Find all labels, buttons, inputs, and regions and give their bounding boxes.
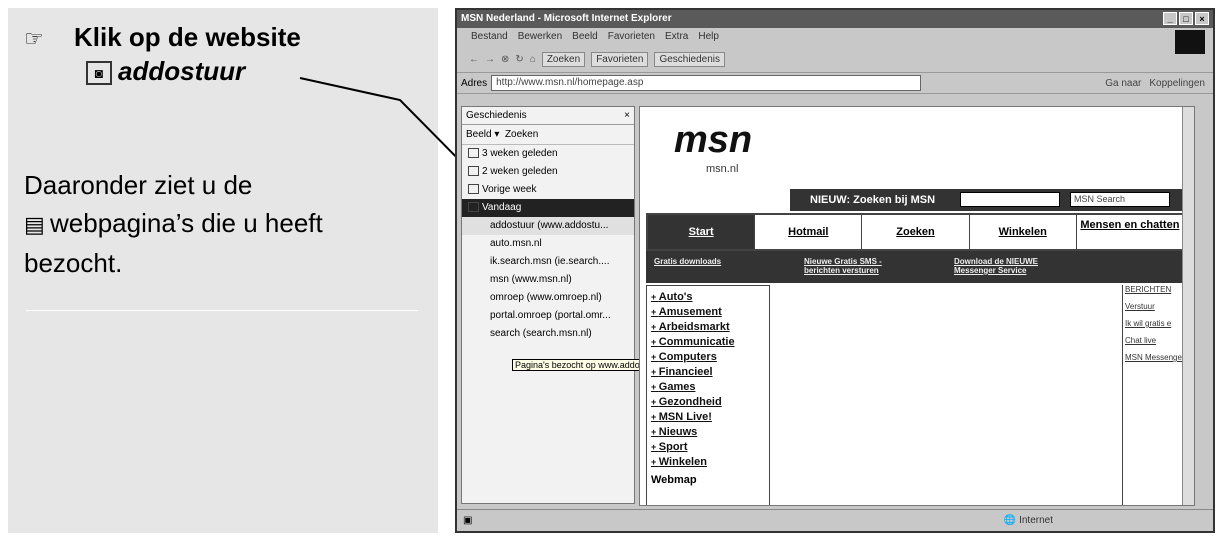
right-column: BERICHTEN Verstuur Ik wil gratis e Chat …: [1122, 285, 1188, 505]
history-site[interactable]: portal.omroep (portal.omr...: [462, 307, 634, 325]
banner-link[interactable]: Gratis downloads: [654, 257, 764, 283]
maximize-icon[interactable]: □: [1179, 12, 1193, 25]
favorites-button[interactable]: Favorieten: [591, 51, 649, 67]
home-icon[interactable]: ⌂: [530, 54, 536, 65]
category-link[interactable]: Computers: [651, 350, 765, 365]
history-pane: Geschiedenis × Beeld ▾ Zoeken 3 weken gel…: [461, 106, 682, 504]
history-period[interactable]: 2 weken geleden: [462, 163, 634, 181]
nav-chatten[interactable]: Mensen en chatten: [1077, 215, 1185, 249]
category-link[interactable]: Gezondheid: [651, 395, 765, 410]
category-link[interactable]: Games: [651, 380, 765, 395]
refresh-icon[interactable]: ↻: [515, 54, 523, 65]
history-site[interactable]: auto.msn.nl: [462, 235, 634, 253]
menu-bewerken[interactable]: Bewerken: [518, 28, 562, 46]
nav-zoeken[interactable]: Zoeken: [862, 215, 970, 249]
category-link[interactable]: Nieuws: [651, 425, 765, 440]
search-promo: NIEUW: Zoeken bij MSN MSN Search: [790, 189, 1194, 211]
history-site[interactable]: search (search.msn.nl): [462, 325, 634, 343]
calendar-icon: [468, 166, 479, 177]
minimize-icon[interactable]: _: [1163, 12, 1177, 25]
history-site[interactable]: addostuur (www.addostu...: [462, 217, 634, 235]
search-button[interactable]: Zoeken: [541, 51, 586, 67]
address-input[interactable]: http://www.msn.nl/homepage.asp: [491, 75, 922, 91]
divider: [26, 310, 418, 311]
web-content: msn msn.nl NIEUW: Zoeken bij MSN MSN Sea…: [639, 106, 1195, 506]
close-icon[interactable]: ×: [1195, 12, 1209, 25]
site-label: ◙ addostuur: [86, 56, 245, 87]
category-link[interactable]: Auto's: [651, 290, 765, 305]
toolbar: ← → ⊗ ↻ ⌂ Zoeken Favorieten Geschiedenis: [457, 46, 1213, 72]
vertical-scrollbar[interactable]: [1182, 107, 1194, 505]
webpage-icon: ◙: [86, 61, 112, 86]
nav-start[interactable]: Start: [648, 215, 756, 249]
stop-icon[interactable]: ⊗: [501, 54, 509, 65]
zone-label: 🌐 Internet: [1003, 515, 1053, 526]
calendar-icon: [468, 148, 479, 159]
menu-beeld[interactable]: Beeld: [572, 28, 598, 46]
description: Daaronder ziet u de ▤ webpagina’s die u h…: [24, 170, 323, 278]
view-button[interactable]: Beeld: [466, 129, 492, 140]
category-link[interactable]: Communicatie: [651, 335, 765, 350]
history-site[interactable]: ik.search.msn (ie.search....: [462, 253, 634, 271]
menu-help[interactable]: Help: [698, 28, 719, 46]
category-link[interactable]: Amusement: [651, 305, 765, 320]
go-button[interactable]: Ga naar: [1105, 78, 1141, 89]
pointing-hand-icon: ☞: [24, 26, 44, 51]
category-link[interactable]: Arbeidsmarkt: [651, 320, 765, 335]
menu-bar: Bestand Bewerken Beeld Favorieten Extra …: [457, 28, 1213, 54]
history-button[interactable]: Geschiedenis: [654, 51, 726, 67]
nav-hotmail[interactable]: Hotmail: [755, 215, 863, 249]
nav-winkelen[interactable]: Winkelen: [970, 215, 1077, 249]
category-link[interactable]: Winkelen: [651, 455, 765, 470]
instruction-panel: ☞ Klik op de website ◙ addostuur Daaronder…: [8, 8, 438, 533]
menu-bestand[interactable]: Bestand: [471, 28, 508, 46]
msn-nav: Start Hotmail Zoeken Winkelen Mensen en …: [646, 213, 1186, 251]
menu-favorieten[interactable]: Favorieten: [608, 28, 655, 46]
banner-strip: Gratis downloads Nieuwe Gratis SMS - ber…: [646, 251, 1186, 283]
category-link[interactable]: Financieel: [651, 365, 765, 380]
calendar-icon: [468, 184, 479, 195]
history-period[interactable]: 3 weken geleden: [462, 145, 634, 163]
banner-link[interactable]: Nieuwe Gratis SMS - berichten versturen: [804, 257, 914, 283]
status-bar: ▣ 🌐 Internet: [457, 509, 1213, 531]
page-status-icon: ▣: [463, 515, 473, 526]
history-site[interactable]: msn (www.msn.nl): [462, 271, 634, 289]
category-list: Auto's Amusement Arbeidsmarkt Communicat…: [646, 285, 770, 505]
webmap-heading: Webmap: [651, 474, 697, 486]
forward-icon[interactable]: →: [485, 54, 495, 65]
history-site[interactable]: omroep (www.omroep.nl): [462, 289, 634, 307]
banner-link[interactable]: Download de NIEUWE Messenger Service: [954, 257, 1064, 283]
windows-logo-icon: [1175, 30, 1205, 54]
ie-page-icon: ▤: [24, 212, 45, 237]
history-period[interactable]: Vorige week: [462, 181, 634, 199]
address-bar: Adres http://www.msn.nl/homepage.asp Ga …: [457, 72, 1213, 94]
history-search-button[interactable]: Zoeken: [505, 129, 538, 140]
title-bar: MSN Nederland - Microsoft Internet Explo…: [457, 10, 1213, 28]
history-period-today[interactable]: Vandaag: [462, 199, 634, 217]
ie-window: MSN Nederland - Microsoft Internet Explo…: [455, 8, 1215, 533]
category-link[interactable]: Sport: [651, 440, 765, 455]
calendar-icon: [468, 202, 479, 213]
step-heading: ☞ Klik op de website: [24, 22, 301, 52]
links-button[interactable]: Koppelingen: [1149, 78, 1205, 89]
menu-extra[interactable]: Extra: [665, 28, 688, 46]
msn-search-select[interactable]: MSN Search: [1070, 192, 1170, 207]
back-icon[interactable]: ←: [469, 54, 479, 65]
category-link[interactable]: MSN Live!: [651, 410, 765, 425]
close-icon[interactable]: ×: [624, 107, 630, 125]
msn-search-input[interactable]: [960, 192, 1060, 207]
msn-logo[interactable]: msn: [674, 119, 752, 162]
